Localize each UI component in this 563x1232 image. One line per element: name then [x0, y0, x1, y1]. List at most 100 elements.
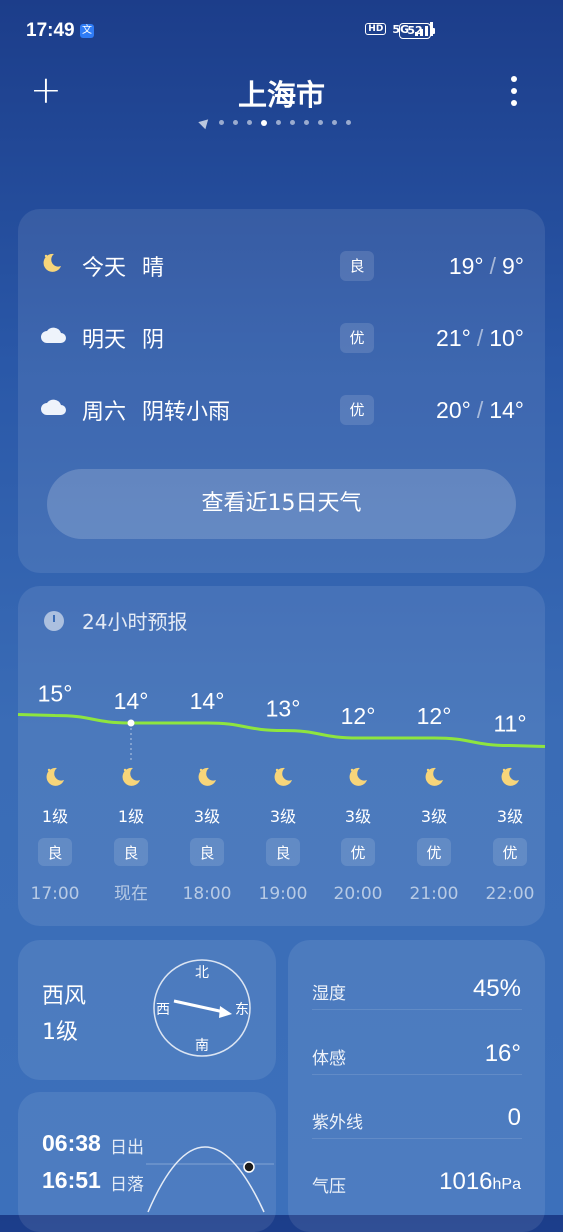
compass-west: 西 [156, 1002, 170, 1018]
moon-icon [40, 251, 68, 281]
moon-icon [198, 767, 216, 786]
hourly-aqi: 优 [350, 844, 365, 862]
cloud-icon [40, 325, 68, 351]
daily-day: 明天 [82, 328, 127, 353]
app-notification-icon: 文 [80, 24, 94, 38]
daily-temps: 19°/9° [448, 252, 524, 279]
hourly-temp-label: 15° [38, 681, 73, 707]
hourly-time: 现在 [114, 884, 148, 904]
daily-condition: 阴 [142, 328, 165, 353]
daily-high: 20° [436, 396, 471, 423]
daily-high: 21° [436, 324, 471, 351]
hourly-aqi: 优 [502, 844, 517, 862]
aqi-badge: 优 [340, 323, 374, 353]
daily-day: 今天 [82, 256, 127, 281]
hourly-aqi: 良 [275, 844, 290, 862]
divider [312, 1138, 522, 1139]
hourly-time: 17:00 [31, 884, 80, 904]
more-menu-button[interactable] [511, 76, 517, 106]
page-dot [332, 120, 337, 125]
hourly-wind: 1级 [42, 807, 68, 826]
status-time: 17:49 [26, 20, 75, 41]
daily-row[interactable]: 周六 阴转小雨 优 20°/14° [40, 390, 524, 430]
wind-compass: 北 东 南 西 [153, 959, 251, 1057]
moon-icon [349, 767, 367, 786]
hourly-temp-label: 13° [266, 696, 301, 722]
hourly-temp-label: 11° [493, 711, 526, 737]
daily-low: 14° [489, 396, 524, 423]
page-dot [346, 120, 351, 125]
compass-east: 东 [235, 1002, 249, 1018]
daily-row[interactable]: 明天阴 优 21°/10° [40, 318, 524, 358]
detail-value: 16° [485, 1040, 521, 1068]
daily-temps: 20°/14° [436, 396, 524, 423]
page-dot [261, 119, 267, 126]
compass-north: 北 [195, 965, 209, 981]
sunrise-time: 06:38 [42, 1130, 101, 1156]
hourly-aqi: 良 [123, 844, 138, 862]
page-dot [290, 120, 295, 125]
detail-value: 0 [508, 1104, 521, 1132]
wind-arrow-icon [173, 999, 225, 1014]
hourly-aqi: 良 [47, 844, 62, 862]
hourly-time: 21:00 [410, 884, 459, 904]
hourly-wind: 3级 [194, 807, 220, 826]
detail-unit: hPa [492, 1176, 521, 1193]
detail-value: 45% [473, 975, 521, 1003]
hourly-wind: 3级 [270, 807, 296, 826]
hourly-time: 20:00 [334, 884, 383, 904]
hourly-aqi: 良 [199, 844, 214, 862]
moon-icon [425, 767, 443, 786]
hourly-temp-label: 12° [417, 703, 452, 729]
sunrise-label: 日出 [110, 1138, 144, 1158]
detail-value-number: 16° [484, 1040, 521, 1067]
hourly-aqi: 优 [426, 844, 441, 862]
sun-position-icon [243, 1161, 255, 1173]
wind-level: 1级 [42, 1020, 78, 1045]
sun-path-chart [146, 1146, 274, 1213]
aqi-badge: 良 [340, 251, 374, 281]
hourly-title-text: 24小时预报 [82, 610, 188, 634]
detail-label: 体感 [312, 1049, 346, 1069]
page-dot [304, 120, 309, 125]
clock-icon [44, 610, 64, 631]
detail-label: 紫外线 [312, 1113, 363, 1133]
now-marker-dot [127, 719, 135, 727]
hourly-temp-label: 12° [341, 703, 376, 729]
page-dot [276, 120, 281, 125]
page-indicator [198, 115, 351, 130]
daily-temps: 21°/10° [436, 324, 524, 351]
cloud-icon [40, 397, 68, 423]
hourly-time: 19:00 [259, 884, 308, 904]
daily-high: 19° [448, 252, 484, 279]
daily-day: 周六 [82, 400, 127, 425]
wind-direction: 西风 [42, 984, 87, 1009]
battery-icon: 52 [399, 23, 435, 39]
detail-value: 1016hPa [439, 1168, 521, 1196]
compass-south: 南 [195, 1038, 209, 1054]
detail-value-number: 0 [507, 1104, 521, 1131]
location-arrow-icon [198, 115, 212, 130]
sunset-label: 日落 [110, 1175, 144, 1195]
hourly-wind: 3级 [345, 807, 371, 826]
moon-icon [46, 767, 64, 786]
hourly-temp-label: 14° [190, 688, 225, 714]
hourly-wind: 3级 [421, 807, 447, 826]
detail-label: 湿度 [312, 984, 346, 1004]
daily-low: 9° [502, 252, 524, 279]
daily-row[interactable]: 今天晴 良 19°/9° [40, 246, 524, 286]
hourly-time: 22:00 [486, 884, 535, 904]
hd-icon: HD [365, 23, 387, 35]
detail-value-number: 45% [472, 975, 521, 1002]
divider [312, 1074, 522, 1075]
page-dot [318, 120, 323, 125]
hourly-wind: 1级 [118, 807, 144, 826]
hourly-time: 18:00 [183, 884, 232, 904]
moon-icon [274, 767, 292, 786]
detail-value-number: 1016 [439, 1168, 493, 1195]
moon-icon [122, 767, 140, 786]
moon-icon [501, 767, 519, 786]
page-dot [247, 120, 252, 125]
view-15-day-button[interactable]: 查看近15日天气 [47, 469, 516, 539]
page-dot [233, 120, 238, 125]
